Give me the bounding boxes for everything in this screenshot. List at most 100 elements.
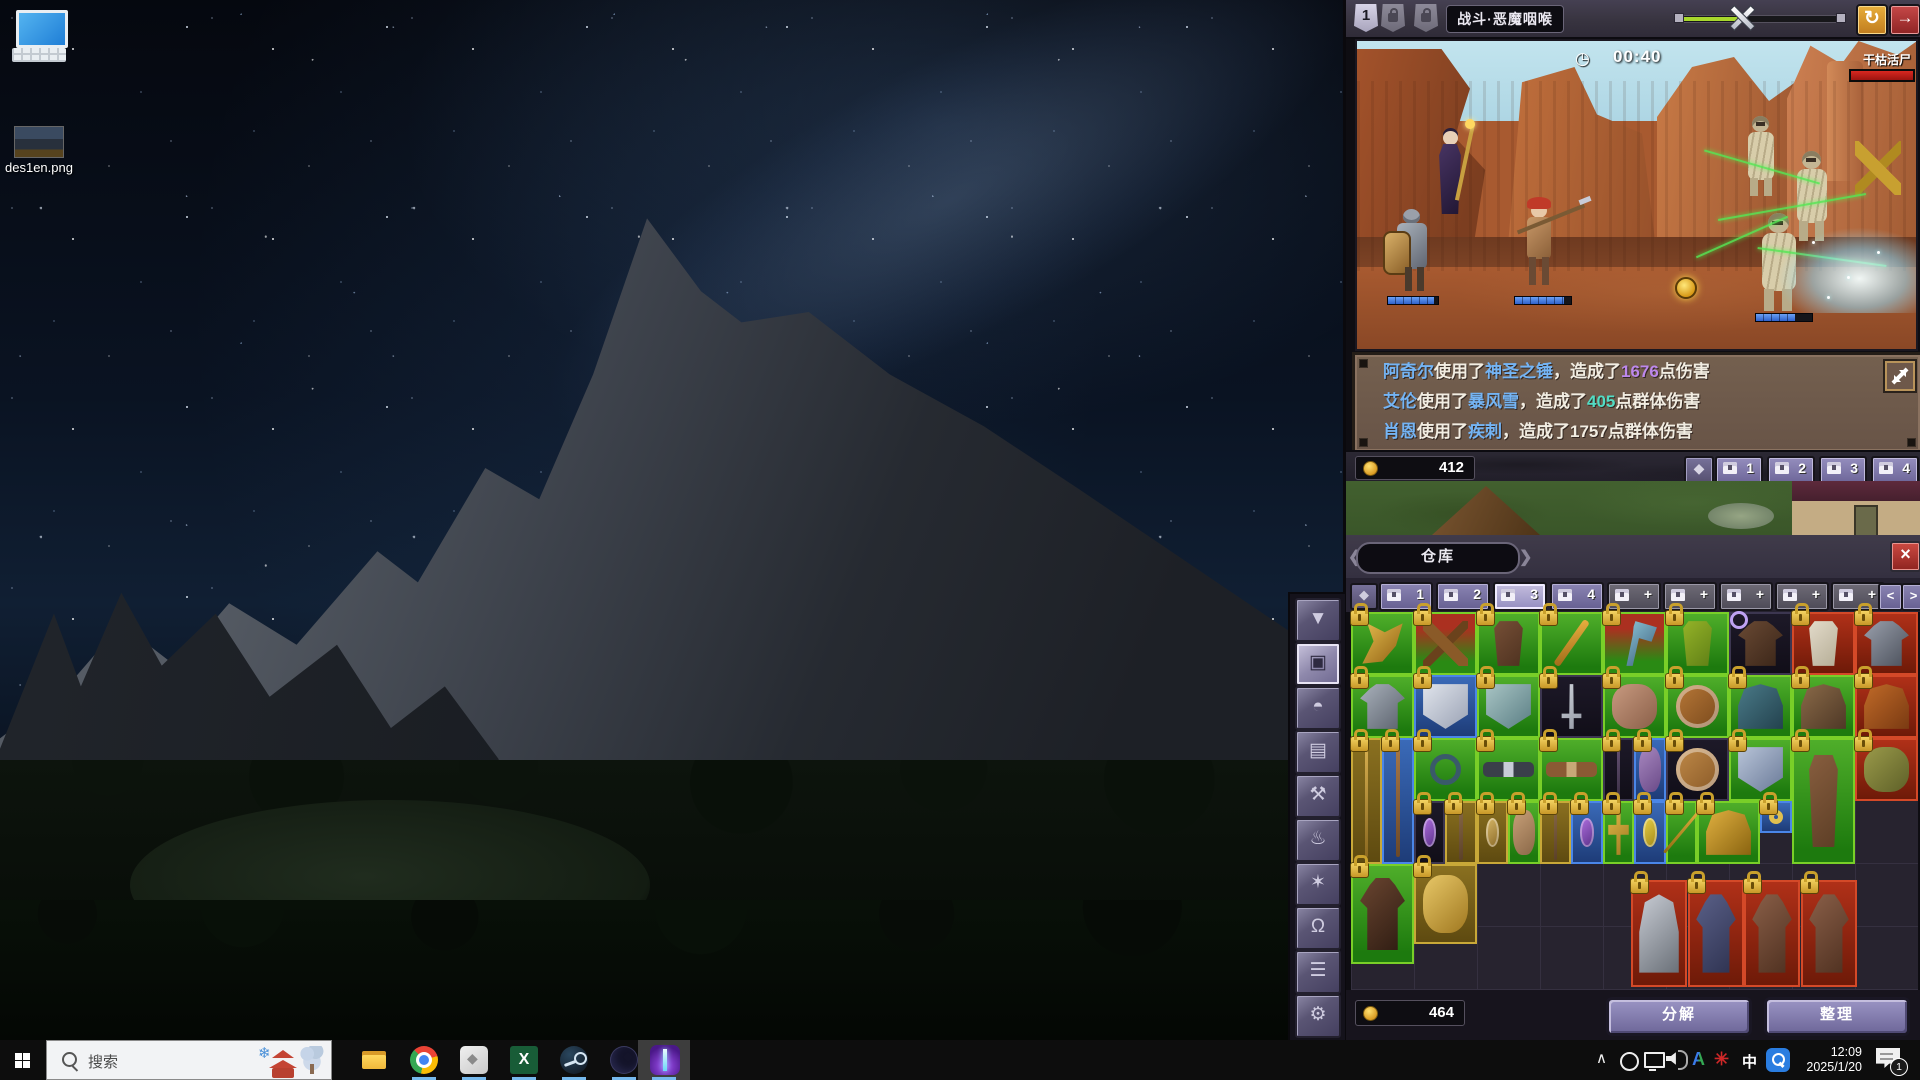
inventory-item-gold-ring[interactable]: [1760, 801, 1792, 833]
exit-battle-button[interactable]: →: [1889, 4, 1920, 36]
sidebar-tavern-icon[interactable]: ♨: [1295, 818, 1341, 862]
inventory-item-gold-cross[interactable]: [1603, 801, 1634, 864]
sidebar-forge-icon[interactable]: ⚒: [1295, 774, 1341, 818]
inventory-item-gold-gauntlets[interactable]: [1414, 864, 1477, 944]
crossed-swords-handle[interactable]: [1728, 4, 1754, 30]
inventory-item-orb-staff[interactable]: [1382, 738, 1414, 864]
lock-icon: [1665, 610, 1684, 626]
game-window: 1 战斗·恶魔咽喉 ↻ →: [1343, 0, 1920, 1040]
item-art: [1423, 875, 1468, 933]
lock-icon: [1800, 878, 1819, 894]
log-segment: 点群体伤害: [1615, 392, 1700, 411]
ime-indicator[interactable]: 中: [1742, 1051, 1757, 1072]
team-slot-number: 4: [1902, 460, 1910, 476]
inventory-item-wood-stick[interactable]: [1445, 801, 1477, 864]
start-button[interactable]: [0, 1040, 46, 1080]
inventory-item-ember-armor[interactable]: [1351, 864, 1414, 964]
inventory-tab-3[interactable]: 3: [1493, 582, 1547, 611]
refresh-button[interactable]: ↻: [1856, 4, 1888, 36]
inventory-item-gladiator-helm[interactable]: [1631, 880, 1687, 987]
chevron-left-icon[interactable]: <: [1878, 583, 1903, 611]
sidebar-settings-icon[interactable]: ⚙: [1295, 994, 1341, 1038]
inventory-item-fur-coat[interactable]: [1792, 738, 1855, 864]
sidebar-alerts-icon[interactable]: Ω: [1295, 906, 1341, 950]
sword-game-icon: [650, 1045, 680, 1075]
sidebar-journal-icon[interactable]: ▤: [1295, 730, 1341, 774]
sort-button[interactable]: 整理: [1764, 997, 1910, 1036]
lock-icon: [1854, 610, 1873, 626]
inventory-tab-add-3[interactable]: +: [1719, 582, 1773, 611]
globe-app-icon: [610, 1046, 638, 1074]
a-app-icon[interactable]: A: [1692, 1049, 1705, 1070]
pinwheel-app-icon[interactable]: ✳: [1714, 1049, 1729, 1070]
inventory-item-flower-pendant[interactable]: [1634, 801, 1666, 864]
lock-icon: [1791, 736, 1810, 752]
inventory-item-green-gauntlets[interactable]: [1855, 738, 1918, 801]
pc-monitor-icon[interactable]: [16, 10, 68, 48]
item-art: [1513, 810, 1534, 855]
taskbar-active-game[interactable]: [638, 1040, 690, 1080]
steam-icon: [560, 1046, 588, 1074]
tab-number: 1: [1416, 586, 1424, 602]
team-slot-number: 1: [1746, 460, 1754, 476]
item-art: [1365, 745, 1368, 857]
log-segment: 肖恩: [1383, 422, 1417, 441]
search-app-icon[interactable]: [1766, 1048, 1790, 1072]
team-slot-number: 3: [1850, 460, 1858, 476]
sidebar-quests-icon[interactable]: ☰: [1295, 950, 1341, 994]
sidebar-collapse-icon[interactable]: ▼: [1295, 598, 1341, 642]
image-file-thumbnail[interactable]: [14, 126, 64, 158]
lock-icon: [1413, 799, 1432, 815]
inventory-item-pocket-watch[interactable]: [1477, 801, 1508, 864]
log-segment: 1676: [1621, 362, 1659, 381]
inventory-item-voodoo-doll[interactable]: [1508, 801, 1540, 864]
lock-icon: [1413, 673, 1432, 689]
speed-badge[interactable]: 1: [1354, 4, 1378, 32]
team-slot-button-2[interactable]: 2: [1767, 456, 1815, 484]
tray-chevron-up-icon[interactable]: ∧: [1596, 1049, 1607, 1080]
network-icon[interactable]: [1644, 1052, 1665, 1068]
tray-sync-icon[interactable]: [1620, 1052, 1639, 1071]
sidebar-enchant-icon[interactable]: ✶: [1295, 862, 1341, 906]
close-icon[interactable]: ×: [1890, 541, 1920, 572]
lock-toggle-1-icon[interactable]: [1381, 4, 1405, 32]
inventory-item-navy-armor[interactable]: [1688, 880, 1744, 987]
pc-keyboard-icon[interactable]: [12, 48, 66, 62]
inventory-item-steel-shield[interactable]: [1729, 738, 1792, 801]
item-art: [1360, 878, 1405, 951]
sidebar-equipment-icon[interactable]: ◓: [1295, 686, 1341, 730]
expand-log-button[interactable]: [1883, 359, 1917, 393]
chest-icon: [1879, 462, 1893, 474]
inventory-item-gold-staff[interactable]: [1351, 738, 1382, 864]
inventory-item-leather-armor-a[interactable]: [1744, 880, 1800, 987]
battle-timer: 00:40: [1613, 47, 1661, 67]
log-segment: 暴风雪: [1468, 392, 1519, 411]
sidebar-warehouse-icon[interactable]: ▣: [1295, 642, 1341, 686]
team-slot-button-3[interactable]: 3: [1819, 456, 1867, 484]
item-art: [1423, 684, 1468, 729]
file-label[interactable]: des1en.png: [0, 160, 78, 175]
inventory-item-wand[interactable]: [1603, 738, 1634, 801]
diamond-team-button[interactable]: ◆: [1684, 456, 1714, 484]
decompose-button[interactable]: 分解: [1606, 997, 1752, 1036]
lock-icon: [1507, 799, 1526, 815]
inventory-item-leather-armor-b[interactable]: [1801, 880, 1857, 987]
clock[interactable]: 12:09 2025/1/20: [1798, 1045, 1862, 1075]
inventory-item-gold-greathelm[interactable]: [1697, 801, 1760, 864]
lock-toggle-2-icon[interactable]: [1414, 4, 1438, 32]
team-slot-button-4[interactable]: 4: [1871, 456, 1919, 484]
inventory-item-purple-amulet[interactable]: [1414, 801, 1445, 864]
taskbar-chrome[interactable]: [400, 1040, 448, 1080]
lock-icon: [1444, 799, 1463, 815]
team-slot-button-1[interactable]: 1: [1715, 456, 1763, 484]
inventory-item-violet-amulet[interactable]: [1571, 801, 1603, 864]
inventory-tab-4[interactable]: 4: [1550, 582, 1604, 611]
scene-vignette: [1357, 41, 1916, 349]
inventory-item-wood-stick-2[interactable]: [1540, 801, 1571, 864]
snow-tree-icon: [300, 1046, 324, 1072]
chevron-right-icon[interactable]: >: [1901, 583, 1920, 611]
inventory-item-dragon-charm[interactable]: [1666, 801, 1697, 864]
game-sidebar: ▼▣◓▤⚒♨✶Ω☰⚙: [1288, 592, 1345, 1044]
enemy-group-hp-bar: [1849, 69, 1915, 82]
pagoda-icon: [272, 1068, 294, 1078]
